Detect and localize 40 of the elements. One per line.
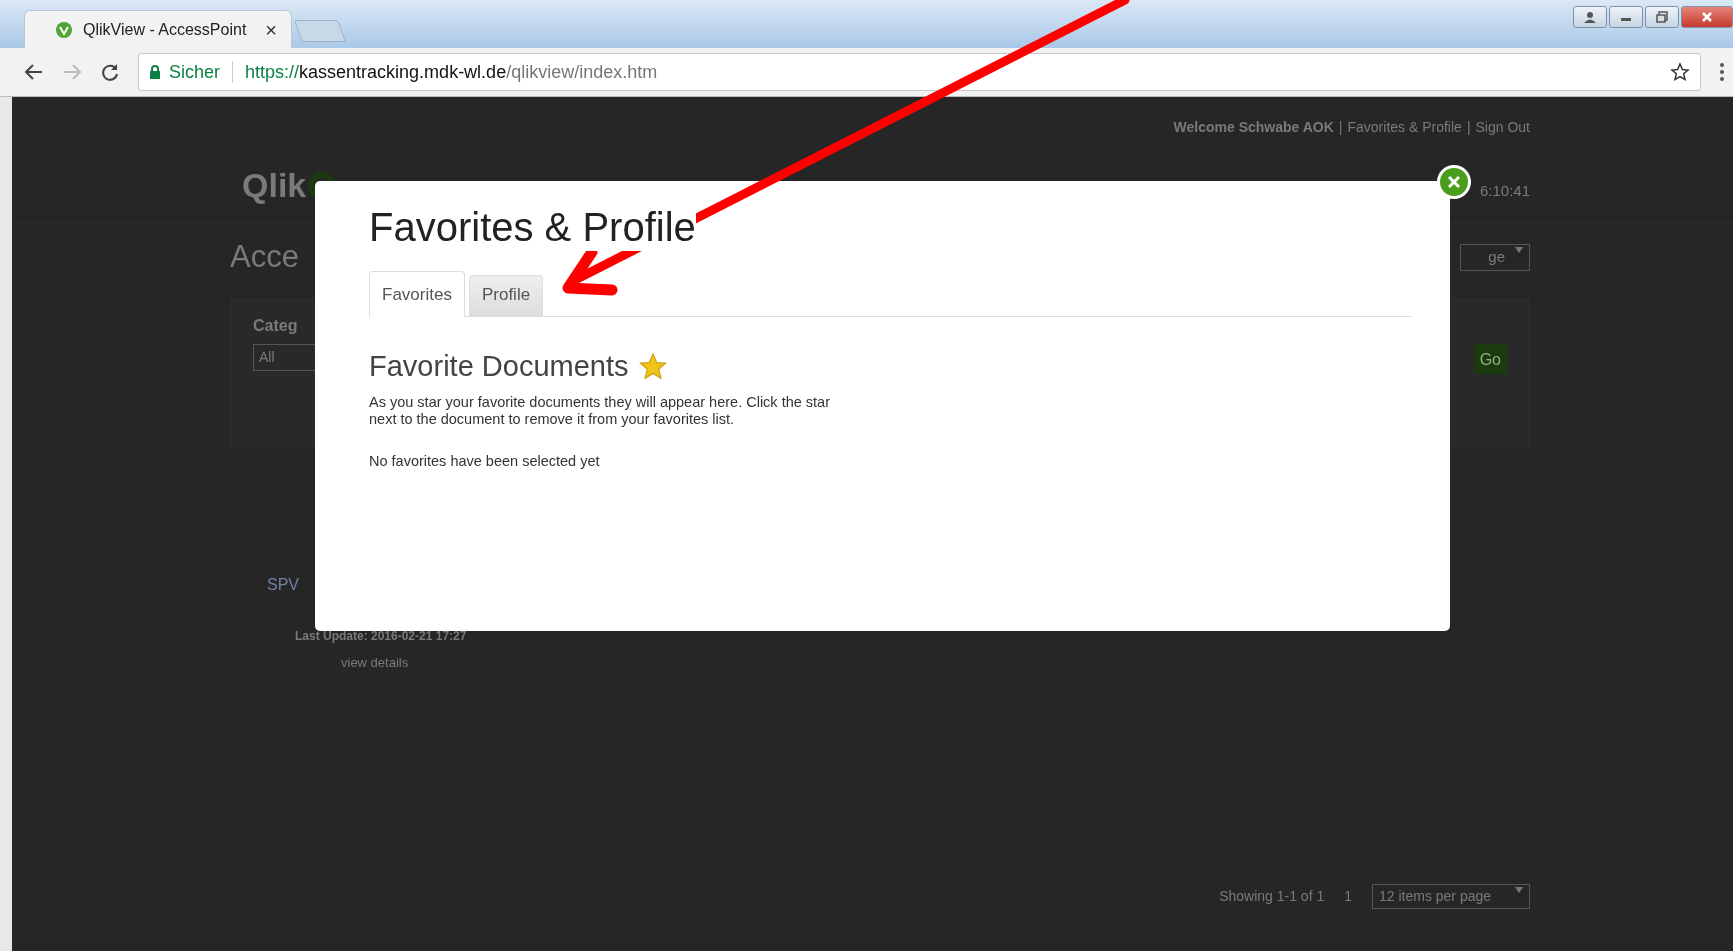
close-icon[interactable] [1681, 6, 1733, 28]
items-per-page-select[interactable]: 12 items per page [1372, 884, 1530, 909]
app-logo-icon [55, 20, 73, 39]
reload-icon[interactable] [100, 62, 120, 82]
menu-icon[interactable] [1719, 62, 1725, 82]
page-heading: Acce [230, 238, 299, 276]
tab-title: QlikView - AccessPoint [83, 19, 248, 40]
language-select[interactable]: ge [1460, 244, 1530, 271]
lock-icon [149, 64, 161, 80]
view-details-link[interactable]: view details [341, 652, 1530, 672]
caret-icon [1515, 886, 1523, 894]
minimize-icon[interactable] [1609, 6, 1643, 28]
header-link[interactable]: Favorites & Profile [1347, 117, 1462, 138]
go-button[interactable]: Go [1473, 343, 1507, 374]
security-label: Sicher [169, 60, 221, 84]
category-label: Categ [253, 315, 299, 336]
last-update-text: Last Update: 2016-02-21 17:27 [295, 627, 468, 645]
page-number[interactable]: 1 [1344, 886, 1352, 907]
restore-icon[interactable] [1645, 6, 1679, 28]
pager-status: Showing 1-1 of 1 [1219, 887, 1325, 906]
separator-text: | [1338, 118, 1343, 137]
dialog-tab[interactable]: Profile [468, 275, 544, 317]
close-tab-button[interactable]: × [265, 19, 277, 40]
url-text: https://kassentracking.mdk-wl.de/qlikview/index.htm [245, 60, 658, 84]
description-text: As you star your favorite documents they will appear here. Click the star next to the document to remove it from your favorites list. [369, 394, 831, 429]
empty-message: No favorites have been selected yet [369, 451, 601, 471]
server-time: 6:10:41 [1479, 181, 1530, 202]
separator-text: | [1466, 118, 1471, 137]
browser-tab[interactable]: QlikView - AccessPoint × [24, 10, 292, 48]
back-icon[interactable] [24, 62, 44, 82]
caret-icon [1515, 246, 1523, 254]
dialog-tab[interactable]: Favorites [369, 271, 465, 317]
welcome-text: Welcome Schwabe AOK [1173, 118, 1334, 137]
section-title: Favorite Documents [369, 348, 629, 384]
bookmark-star-icon[interactable] [1670, 62, 1690, 82]
address-bar[interactable]: Sicher https://kassentracking.mdk-wl.de/qlikview/index.htm [138, 53, 1701, 91]
user-icon[interactable] [1573, 6, 1607, 28]
close-dialog-button[interactable] [1437, 165, 1471, 199]
star-icon [638, 352, 667, 380]
header-link[interactable]: Sign Out [1475, 117, 1530, 138]
